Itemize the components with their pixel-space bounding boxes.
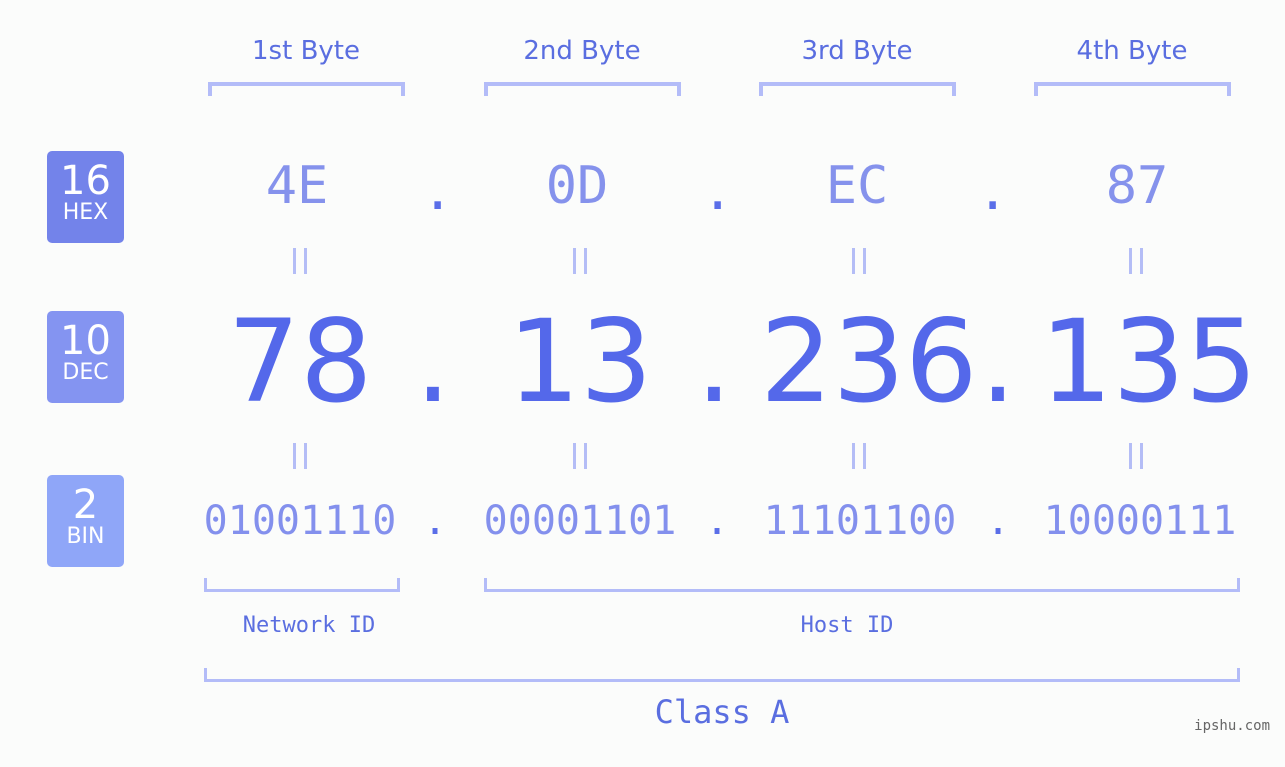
bin-dot-3: . [985, 498, 1011, 544]
bin-badge: 2 BIN [47, 475, 124, 567]
hex-badge: 16 HEX [47, 151, 124, 243]
network-id-bracket [204, 578, 400, 592]
bin-byte-3: 11101100 [763, 498, 957, 544]
dec-byte-1: 78 [227, 295, 373, 428]
bin-byte-1: 01001110 [203, 498, 397, 544]
dec-dot-2: . [695, 295, 733, 428]
dec-dot-1: . [414, 295, 452, 428]
equals-icon [280, 246, 320, 282]
hex-byte-1: 4E [265, 156, 329, 216]
byte-label-4: 4th Byte [1076, 36, 1188, 66]
dec-label: DEC [62, 360, 109, 385]
dec-badge: 10 DEC [47, 311, 124, 403]
dec-dot-3: . [979, 295, 1017, 428]
equals-icon [1116, 441, 1156, 477]
hex-byte-3: EC [825, 156, 889, 216]
equals-icon [560, 246, 600, 282]
equals-icon [1116, 246, 1156, 282]
equals-icon [839, 441, 879, 477]
dec-byte-2: 13 [507, 295, 653, 428]
bin-byte-4: 10000111 [1043, 498, 1237, 544]
hex-byte-4: 87 [1105, 156, 1169, 216]
dec-byte-3: 236 [760, 295, 978, 428]
byte-bracket-3 [759, 82, 956, 96]
equals-icon [280, 441, 320, 477]
byte-bracket-1 [208, 82, 405, 96]
dec-byte-4: 135 [1040, 295, 1258, 428]
network-id-label: Network ID [242, 613, 376, 638]
watermark: ipshu.com [1194, 718, 1270, 734]
bin-base: 2 [72, 482, 99, 528]
hex-dot-2: . [702, 162, 734, 222]
hex-dot-1: . [422, 162, 454, 222]
host-id-label: Host ID [800, 613, 894, 638]
class-label: Class A [654, 693, 790, 731]
equals-icon [560, 441, 600, 477]
byte-bracket-2 [484, 82, 681, 96]
byte-label-3: 3rd Byte [801, 36, 913, 66]
hex-byte-2: 0D [545, 156, 609, 216]
bin-byte-2: 00001101 [483, 498, 677, 544]
class-bracket [204, 668, 1240, 682]
dec-base: 10 [60, 318, 111, 364]
byte-bracket-4 [1034, 82, 1231, 96]
hex-label: HEX [62, 200, 109, 225]
byte-label-1: 1st Byte [252, 36, 360, 66]
equals-icon [839, 246, 879, 282]
bin-dot-1: . [422, 498, 448, 544]
hex-base: 16 [60, 158, 111, 204]
hex-dot-3: . [977, 162, 1009, 222]
bin-dot-2: . [704, 498, 730, 544]
byte-label-2: 2nd Byte [523, 36, 641, 66]
host-id-bracket [484, 578, 1240, 592]
bin-label: BIN [66, 524, 105, 549]
